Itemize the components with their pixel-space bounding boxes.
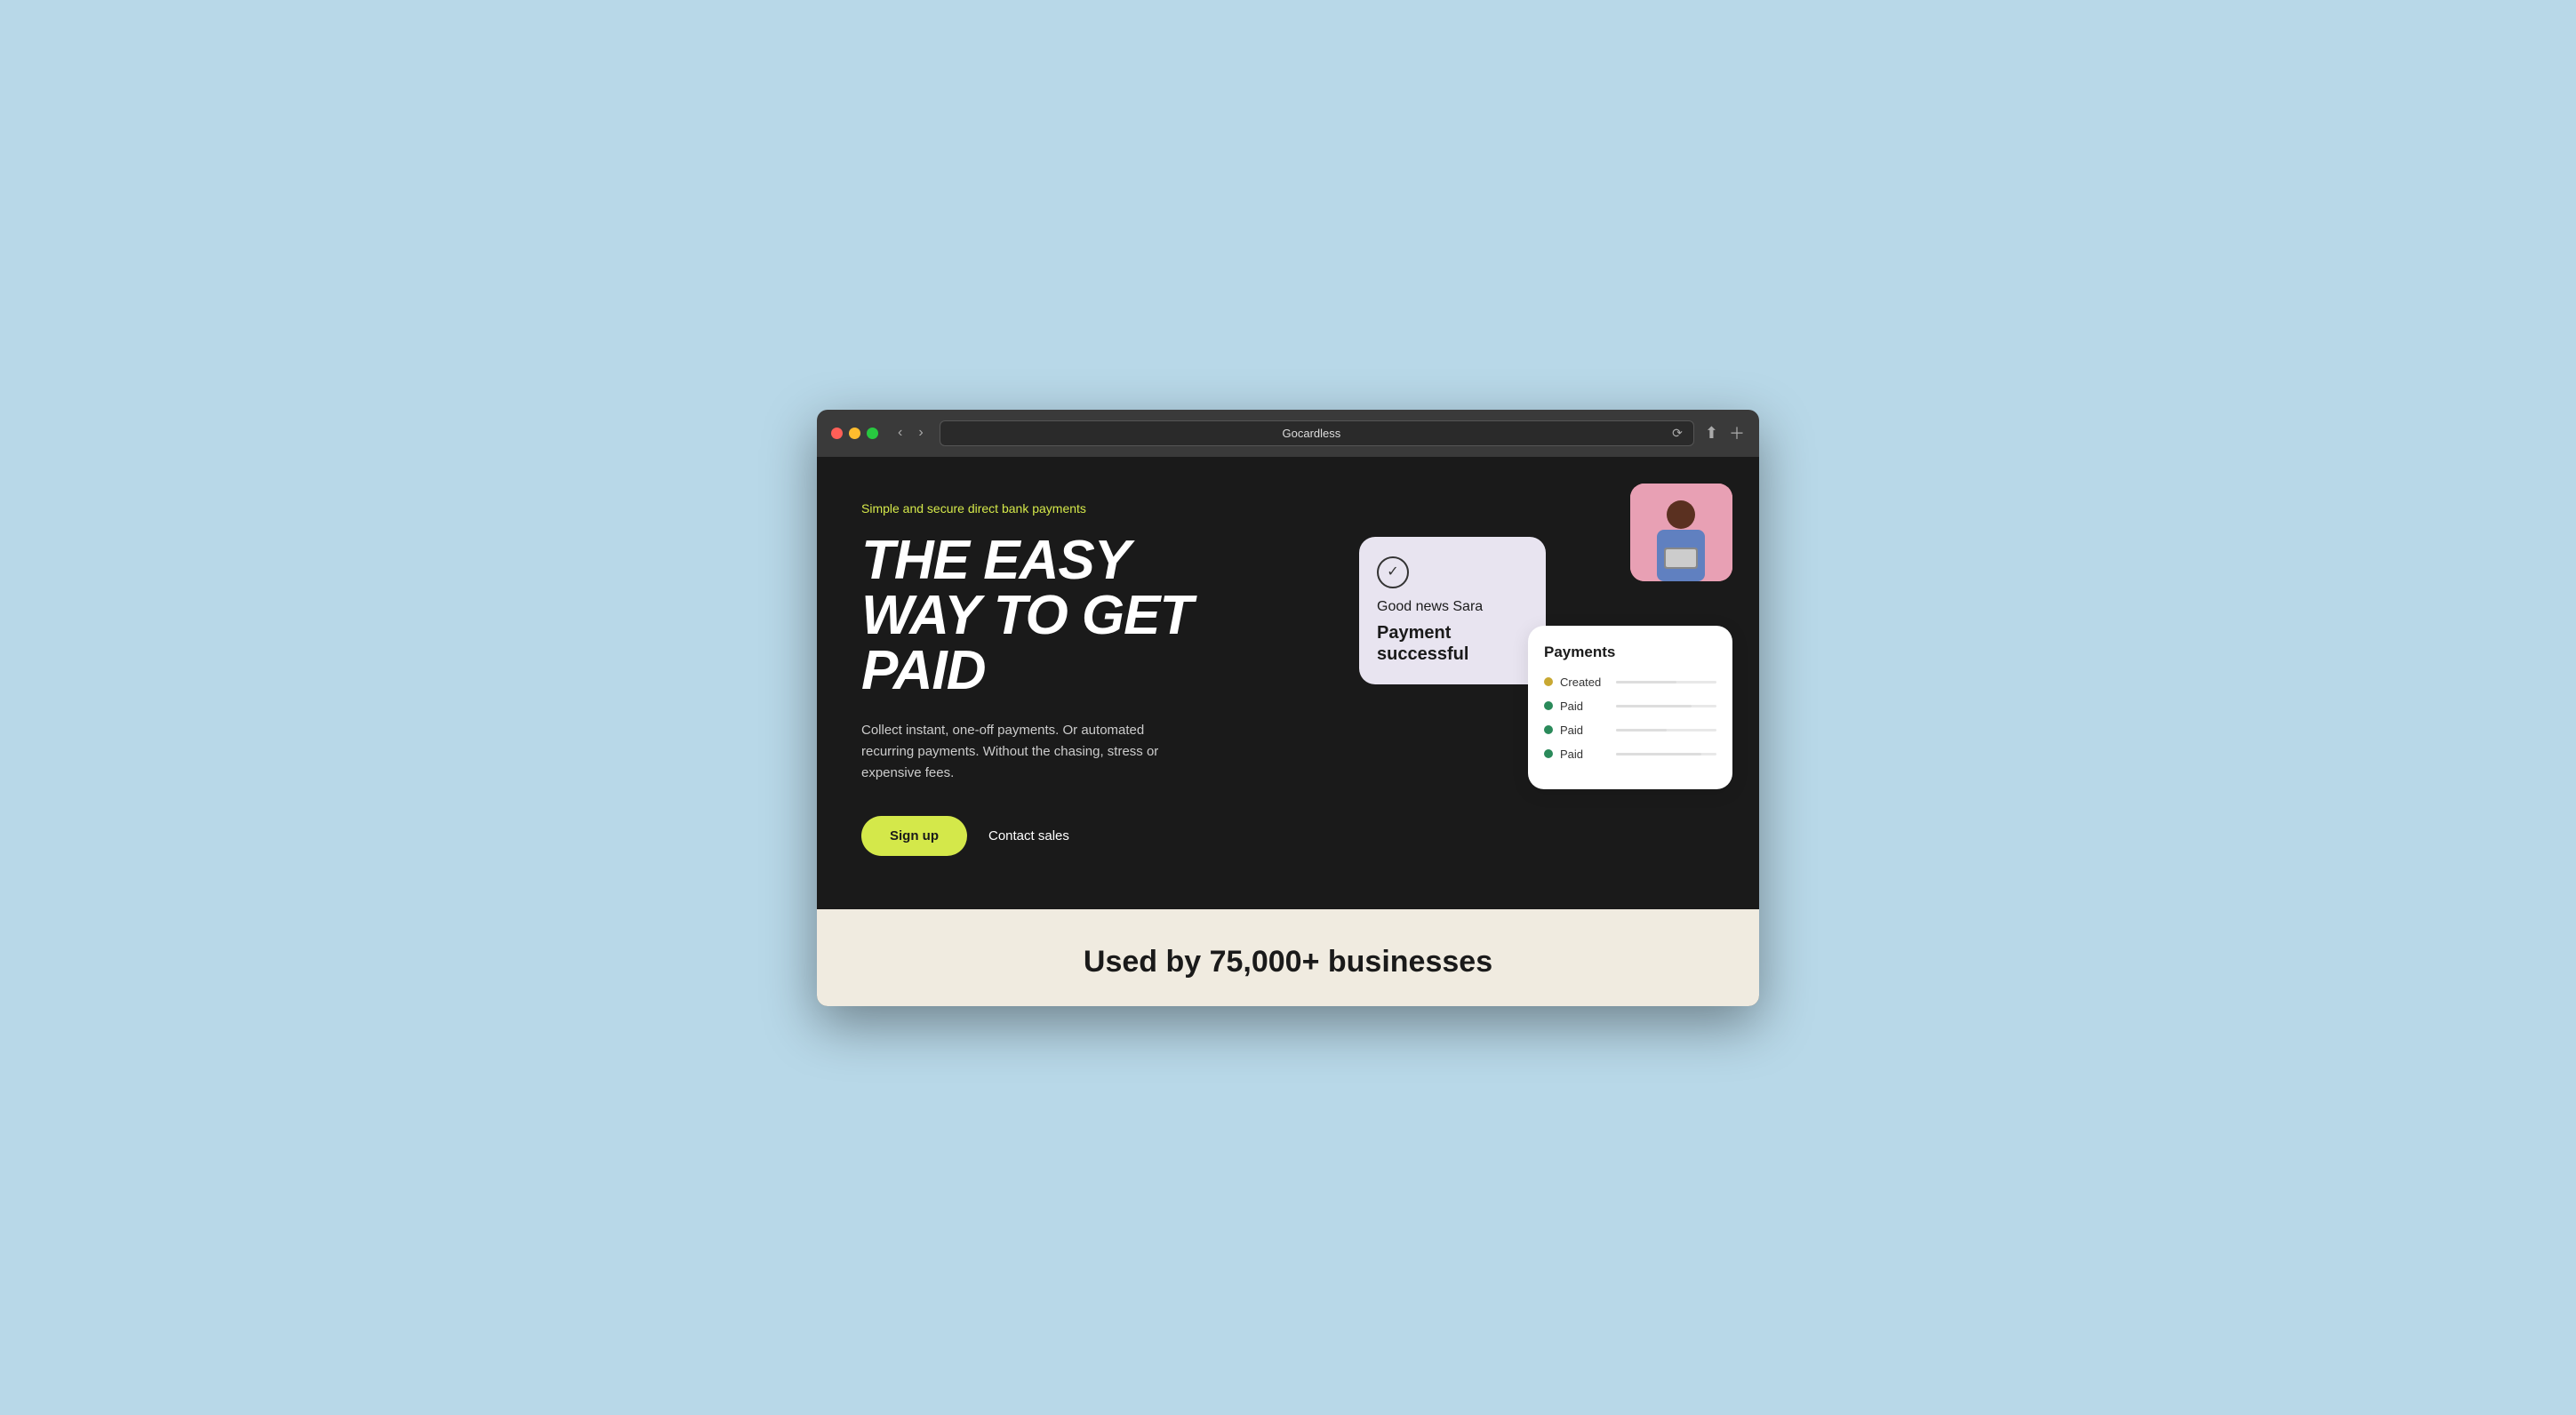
created-label: Created: [1560, 676, 1609, 689]
maximize-button[interactable]: [867, 428, 878, 439]
created-bar-container: [1616, 681, 1716, 684]
share-button[interactable]: ⬆: [1705, 424, 1718, 443]
browser-content: Simple and secure direct bank payments T…: [817, 457, 1759, 1006]
hero-headline: THE EASY WAY TO GET PAID: [861, 533, 1235, 699]
person-illustration: [1630, 484, 1732, 581]
browser-chrome: ‹ › Gocardless ⟳ ⬆ ＋: [817, 410, 1759, 457]
paid-bar-container-1: [1616, 705, 1716, 708]
paid-dot-2: [1544, 725, 1553, 734]
payments-card-title: Payments: [1544, 644, 1716, 661]
nav-buttons: ‹ ›: [892, 423, 929, 443]
paid-bar-3: [1616, 753, 1701, 755]
paid-bar-container-3: [1616, 753, 1716, 755]
paid-dot-3: [1544, 749, 1553, 758]
paid-label-2: Paid: [1560, 723, 1609, 737]
paid-bar-2: [1616, 729, 1667, 731]
payments-card: Payments Created Paid: [1528, 626, 1732, 789]
hero-visuals: ✓ Good news Sara Payment successful Paym…: [1359, 484, 1732, 839]
checkmark-icon: ✓: [1387, 565, 1398, 580]
payment-row-paid-3: Paid: [1544, 747, 1716, 761]
browser-actions: ⬆ ＋: [1705, 421, 1745, 444]
payment-success-card: ✓ Good news Sara Payment successful: [1359, 537, 1546, 684]
traffic-lights: [831, 428, 878, 439]
back-button[interactable]: ‹: [892, 423, 908, 443]
signup-button[interactable]: Sign up: [861, 816, 967, 856]
payment-row-paid-1: Paid: [1544, 700, 1716, 713]
created-dot: [1544, 677, 1553, 686]
photo-placeholder: [1630, 484, 1732, 581]
paid-label-3: Paid: [1560, 747, 1609, 761]
check-circle: ✓: [1377, 556, 1409, 588]
paid-bar-container-2: [1616, 729, 1716, 731]
hero-description: Collect instant, one-off payments. Or au…: [861, 720, 1199, 784]
bottom-headline: Used by 75,000+ businesses: [861, 945, 1715, 979]
bottom-section: Used by 75,000+ businesses: [817, 909, 1759, 1006]
payment-successful-text: Payment successful: [1377, 622, 1528, 665]
hero-section: Simple and secure direct bank payments T…: [817, 457, 1759, 909]
close-button[interactable]: [831, 428, 843, 439]
reload-icon: ⟳: [1672, 426, 1683, 441]
url-text: Gocardless: [951, 427, 1673, 440]
paid-dot-1: [1544, 701, 1553, 710]
forward-button[interactable]: ›: [913, 423, 928, 443]
contact-sales-button[interactable]: Contact sales: [988, 828, 1069, 843]
minimize-button[interactable]: [849, 428, 860, 439]
paid-label-1: Paid: [1560, 700, 1609, 713]
payment-row-paid-2: Paid: [1544, 723, 1716, 737]
browser-window: ‹ › Gocardless ⟳ ⬆ ＋ Simple and secure d…: [817, 410, 1759, 1006]
payment-row-created: Created: [1544, 676, 1716, 689]
new-tab-button[interactable]: ＋: [1729, 421, 1745, 444]
created-bar: [1616, 681, 1676, 684]
address-bar[interactable]: Gocardless ⟳: [940, 420, 1694, 446]
paid-bar-1: [1616, 705, 1692, 708]
person-photo-card: [1630, 484, 1732, 581]
good-news-text: Good news Sara: [1377, 599, 1528, 615]
